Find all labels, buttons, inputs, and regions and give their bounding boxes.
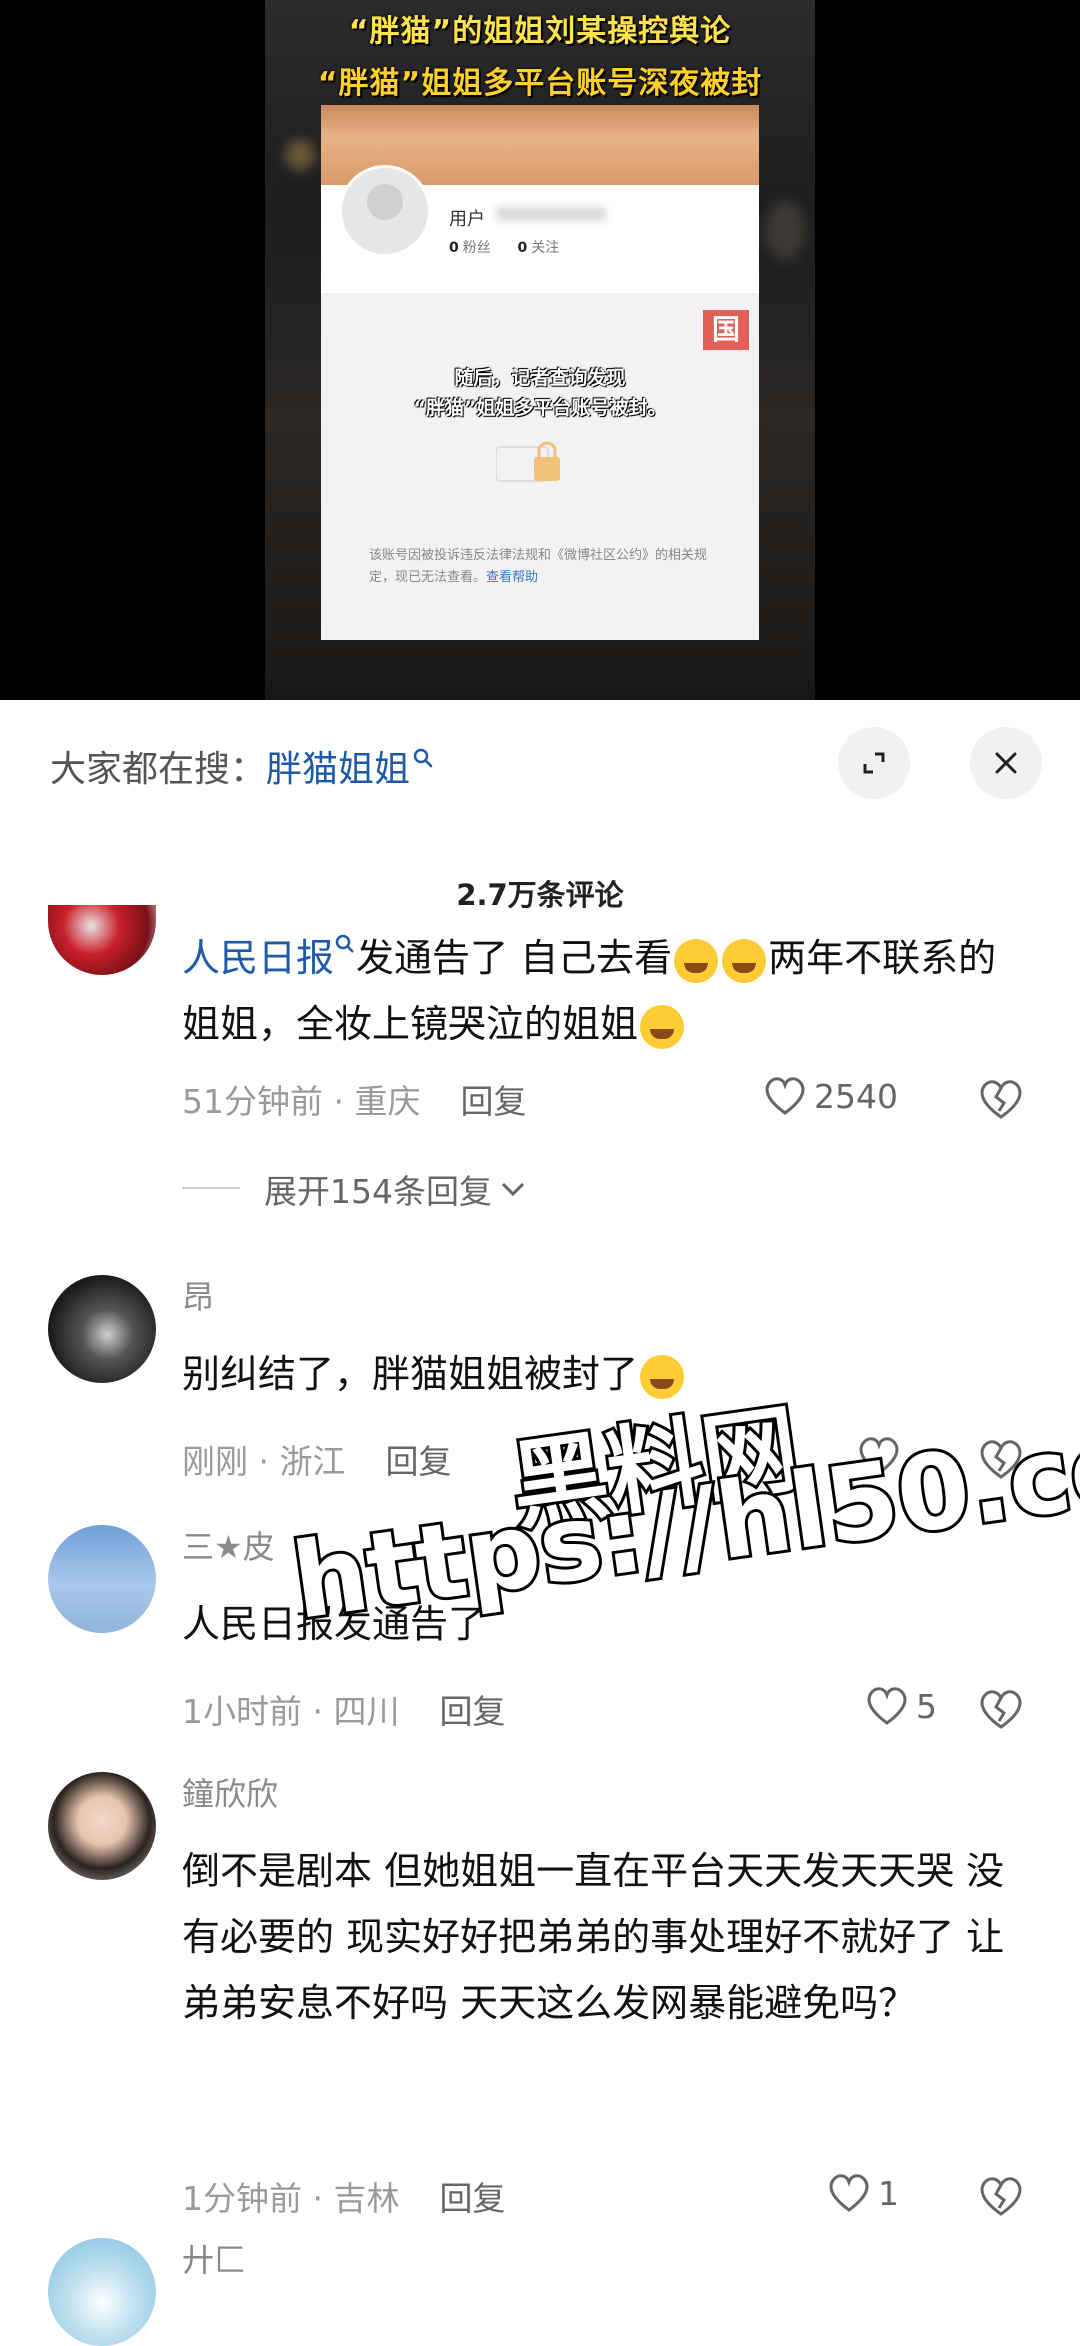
heart-icon: [765, 1077, 805, 1115]
avatar[interactable]: [48, 1772, 156, 1880]
lock-icon: [496, 441, 560, 482]
trending-prefix: 大家都在搜：: [50, 749, 267, 790]
profile-header: 用户 0 粉丝 0 关注: [321, 165, 759, 293]
comment-body: 廾匚: [182, 2238, 1032, 2282]
ok-hand-emoji-icon: [674, 938, 719, 983]
like-count: 1: [878, 2173, 899, 2213]
broken-heart-icon[interactable]: [976, 1687, 1026, 1731]
reply-button[interactable]: 回复: [460, 1082, 526, 1121]
profile-stats: 0 粉丝 0 关注: [449, 240, 560, 256]
laughing-crying-emoji-icon: [640, 1004, 685, 1049]
comments-count: 2.7万条评论: [456, 878, 624, 912]
expand-replies-label: 展开154条回复: [264, 1172, 492, 1211]
broken-heart-icon[interactable]: [976, 2174, 1026, 2218]
trending-search[interactable]: 大家都在搜： 胖猫姐姐: [50, 740, 434, 792]
heart-icon: [829, 2174, 869, 2212]
comment-time-location: 51分钟前 · 重庆: [182, 1082, 421, 1121]
avatar[interactable]: [48, 2238, 156, 2346]
expand-replies-button[interactable]: 展开154条回复: [182, 1165, 528, 1213]
search-icon: [335, 934, 354, 953]
news-logo: 国: [703, 310, 749, 350]
comment-meta: 刚刚 · 浙江 回复: [182, 1435, 451, 1483]
expand-button[interactable]: [838, 727, 910, 799]
video-player[interactable]: “胖猫”的姐姐刘某操控舆论 “胖猫”姐姐多平台账号深夜被封 用户 0 粉丝 0 关注…: [0, 0, 1080, 700]
close-icon: [995, 752, 1017, 774]
video-headline-1: “胖猫”的姐姐刘某操控舆论: [348, 14, 732, 49]
blurred-username: [496, 207, 606, 221]
laughing-crying-emoji-icon: [722, 938, 767, 983]
blocked-notice: 该账号因被投诉违反法律法规和《微博社区公约》的相关规定，现已无法查看。查看帮助: [369, 548, 708, 585]
reply-button[interactable]: 回复: [439, 1692, 505, 1731]
comment-author[interactable]: 廾匚: [182, 2238, 1032, 2282]
search-icon: [413, 748, 433, 768]
comment-author[interactable]: 鐘欣欣: [182, 1772, 1032, 1816]
comment-text: 倒不是剧本 但她姐姐一直在平台天天发天天哭 没有必要的 现实好好把弟弟的事处理好…: [182, 1849, 1005, 2025]
video-caption: 随后，记者查询发现 “胖猫”姐姐多平台账号被封。: [413, 367, 667, 419]
close-button[interactable]: [970, 727, 1042, 799]
like-count: 2540: [814, 1076, 898, 1116]
broken-heart-icon[interactable]: [976, 1077, 1026, 1121]
comment-meta: 51分钟前 · 重庆 回复: [182, 1075, 526, 1123]
avatar[interactable]: [48, 1525, 156, 1633]
comments-sheet: 大家都在搜： 胖猫姐姐 2.7万条评论 人民日报 发通告了 自己去看 两年不联系的姐…: [0, 700, 1080, 2346]
like-count: 5: [916, 1686, 937, 1726]
like-button[interactable]: 1: [826, 2172, 899, 2214]
comment-time-location: 1分钟前 · 吉林: [182, 2179, 400, 2218]
comment-body: 鐘欣欣 倒不是剧本 但她姐姐一直在平台天天发天天哭 没有必要的 现实好好把弟弟的…: [182, 1772, 1032, 2036]
comment-meta: 1小时前 · 四川 回复: [182, 1685, 505, 1733]
comment-author[interactable]: 昂: [182, 1275, 1032, 1319]
expand-icon: [863, 752, 885, 774]
profile-avatar-placeholder: [339, 165, 431, 257]
comment-body: 昂 别纠结了，胖猫姐姐被封了: [182, 1275, 1032, 1407]
heart-icon: [867, 1687, 907, 1725]
comment-time-location: 刚刚 · 浙江: [182, 1442, 346, 1481]
divider-line: [182, 1187, 240, 1189]
blocked-profile-card: 用户 0 粉丝 0 关注 国 随后，记者查询发现 “胖猫”姐姐多平台账号被封。 该: [321, 105, 759, 640]
comment-author-link[interactable]: 人民日报: [182, 936, 334, 980]
comment-body: 人民日报 发通告了 自己去看 两年不联系的姐姐，全妆上镜哭泣的姐姐: [182, 925, 1032, 1057]
comment-text: 人民日报 发通告了 自己去看 两年不联系的姐姐，全妆上镜哭泣的姐姐: [182, 925, 1032, 1057]
reply-button[interactable]: 回复: [385, 1442, 451, 1481]
like-button[interactable]: 5: [864, 1685, 937, 1727]
like-button[interactable]: 2540: [762, 1075, 898, 1117]
chevron-down-icon: [501, 1182, 525, 1197]
trending-keyword[interactable]: 胖猫姐姐: [266, 740, 410, 792]
street-light: [285, 140, 315, 170]
video-frame: “胖猫”的姐姐刘某操控舆论 “胖猫”姐姐多平台账号深夜被封 用户 0 粉丝 0 关注…: [265, 0, 815, 700]
profile-username: 用户: [449, 209, 485, 230]
building-shadow: [765, 200, 805, 260]
video-headline-2: “胖猫”姐姐多平台账号深夜被封: [317, 66, 763, 101]
help-link[interactable]: 查看帮助: [486, 570, 538, 585]
comment-time-location: 1小时前 · 四川: [182, 1692, 400, 1731]
avatar[interactable]: [48, 905, 156, 975]
reply-button[interactable]: 回复: [439, 2179, 505, 2218]
avatar[interactable]: [48, 1275, 156, 1383]
comment-meta: 1分钟前 · 吉林 回复: [182, 2172, 505, 2220]
